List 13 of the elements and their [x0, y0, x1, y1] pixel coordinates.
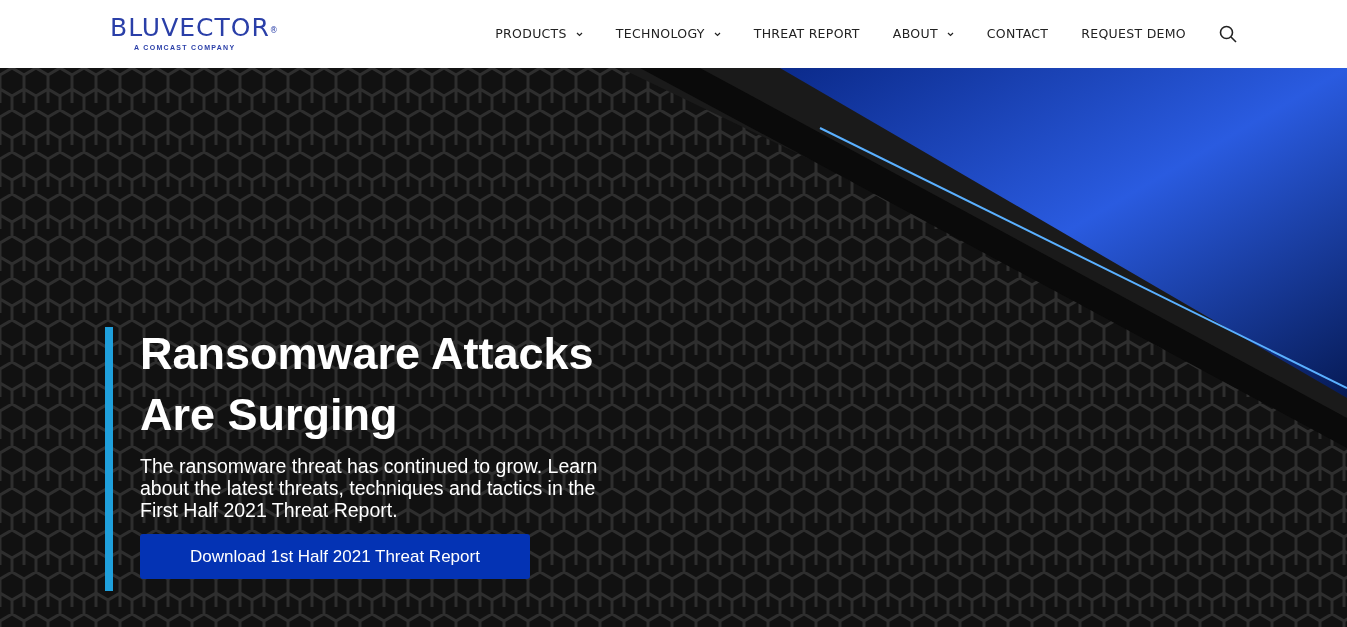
nav-link[interactable]: TECHNOLOGY	[615, 24, 721, 44]
chevron-down-icon[interactable]	[713, 31, 721, 37]
chevron-down-icon[interactable]	[946, 31, 954, 37]
hero-title: Ransomware Attacks Are Surging	[140, 327, 595, 442]
search-icon[interactable]	[1219, 25, 1237, 43]
nav-link[interactable]: CONTACT	[986, 24, 1049, 44]
nav-link[interactable]: REQUEST DEMO	[1081, 24, 1186, 44]
hero-description: The ransomware threat has continued to grow. Learn about the latest threats, techniques and tactics in the First Half 2021 Threat Report.	[140, 455, 599, 521]
nav-link[interactable]: ABOUT	[892, 24, 954, 44]
chevron-down-icon[interactable]	[575, 31, 583, 37]
nav-link[interactable]: THREAT REPORT	[753, 24, 860, 44]
download-report-button[interactable]: Download 1st Half 2021 Threat Report	[140, 534, 530, 579]
nav-link[interactable]: PRODUCTS	[495, 24, 583, 44]
